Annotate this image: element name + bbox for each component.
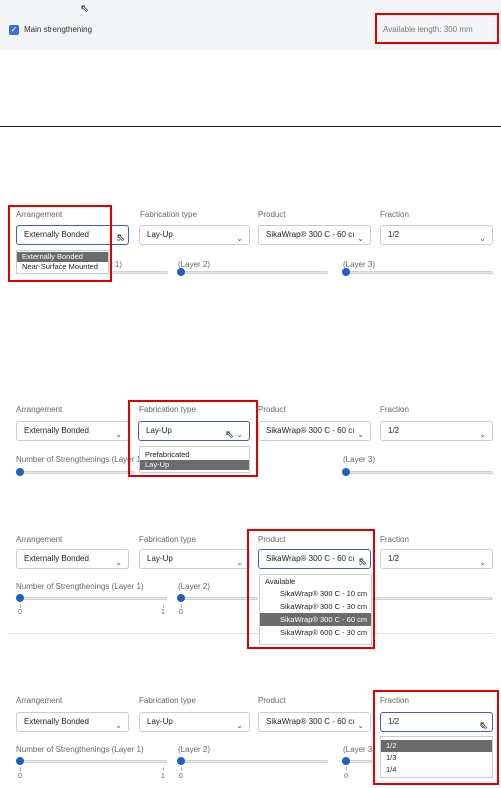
product-value: SikaWrap® 300 C - 60 cı xyxy=(266,717,355,726)
fraction-select[interactable]: 1/2 ⌄ xyxy=(380,549,493,569)
chevron-down-icon: ⌄ xyxy=(357,430,364,439)
slider-thumb[interactable] xyxy=(16,757,24,765)
product-label: Product xyxy=(258,696,286,705)
slider-track[interactable] xyxy=(17,760,167,763)
arrangement-select[interactable]: Externally Bonded ⌄ xyxy=(16,421,129,441)
slider-thumb[interactable] xyxy=(342,268,350,276)
layer3-label: (Layer 3) xyxy=(343,455,376,464)
slider-track[interactable] xyxy=(178,271,328,274)
main-strengthening-checkbox[interactable]: ✓ xyxy=(9,25,19,35)
chevron-down-icon: ⌄ xyxy=(236,721,243,730)
slider-track[interactable] xyxy=(178,760,328,763)
highlight-box xyxy=(375,13,499,44)
slider-min: 0 xyxy=(344,773,348,780)
fabrication-select[interactable]: Lay-Up ⌄ xyxy=(139,225,250,245)
slider-track[interactable] xyxy=(343,271,493,274)
layer3-label: (Layer 3) xyxy=(343,745,376,754)
slider-tick xyxy=(181,604,182,608)
chevron-down-icon: ⌄ xyxy=(236,558,243,567)
highlight-box xyxy=(128,400,258,477)
fraction-label: Fraction xyxy=(380,405,409,414)
arrangement-label: Arrangement xyxy=(16,535,63,544)
chevron-down-icon: ⌄ xyxy=(115,721,122,730)
fraction-label: Fraction xyxy=(380,535,409,544)
fabrication-value: Lay-Up xyxy=(147,717,173,726)
chevron-down-icon: ⌄ xyxy=(357,721,364,730)
slider-thumb[interactable] xyxy=(342,468,350,476)
chevron-down-icon: ⌄ xyxy=(236,234,243,243)
slider-thumb[interactable] xyxy=(342,757,350,765)
fraction-value: 1/2 xyxy=(388,554,400,563)
slider-tick xyxy=(181,767,182,771)
chevron-down-icon: ⌄ xyxy=(115,558,122,567)
slider-max: 1 xyxy=(161,609,165,616)
num-strengthenings-label: Number of Strengthenings (Layer 1) xyxy=(16,582,144,591)
slider-track[interactable] xyxy=(17,597,167,600)
layer2-label: (Layer 2) xyxy=(178,745,211,754)
arrangement-label: Arrangement xyxy=(16,696,63,705)
fraction-value: 1/2 xyxy=(388,426,400,435)
slider-track[interactable] xyxy=(178,597,258,600)
slider-min: 0 xyxy=(18,609,22,616)
product-select[interactable]: SikaWrap® 300 C - 60 cı ⌄ xyxy=(258,712,371,732)
highlight-box xyxy=(8,205,112,282)
product-select[interactable]: SikaWrap® 300 C - 60 cı ⌄ xyxy=(258,225,371,245)
arrangement-value: Externally Bonded xyxy=(24,554,89,563)
product-value: SikaWrap® 300 C - 60 cı xyxy=(266,230,355,239)
slider-track[interactable] xyxy=(112,271,168,274)
mouse-pointer-icon: ⇖ xyxy=(116,232,126,244)
fabrication-type-label: Fabrication type xyxy=(139,696,196,705)
slider-tick xyxy=(20,767,21,771)
slider-max: 1 xyxy=(161,773,165,780)
mouse-pointer-icon: ⇖ xyxy=(80,3,90,15)
layer2-label: (Layer 2) xyxy=(178,582,211,591)
slider-min: 0 xyxy=(18,773,22,780)
slider-thumb[interactable] xyxy=(177,757,185,765)
num-strengthenings-label: Number of Strengthenings (Layer 1) xyxy=(16,455,144,464)
fraction-select[interactable]: 1/2 ⌄ xyxy=(380,225,493,245)
highlight-box xyxy=(373,690,499,785)
fraction-label: Fraction xyxy=(380,210,409,219)
slider-min: 0 xyxy=(179,609,183,616)
fabrication-value: Lay-Up xyxy=(147,230,173,239)
num-strengthenings-label: Number of Strengthenings (Layer 1) xyxy=(16,745,144,754)
main-strengthening-label: Main strengthening xyxy=(24,25,93,34)
fabrication-select[interactable]: Lay-Up ⌄ xyxy=(139,712,250,732)
slider-tick xyxy=(20,604,21,608)
chevron-down-icon: ⌄ xyxy=(357,234,364,243)
fabrication-select[interactable]: Lay-Up ⌄ xyxy=(139,549,250,569)
slider-min: 0 xyxy=(179,773,183,780)
slider-track[interactable] xyxy=(343,471,493,474)
fabrication-type-label: Fabrication type xyxy=(140,210,197,219)
chevron-down-icon: ⌄ xyxy=(479,234,486,243)
fraction-select[interactable]: 1/2 ⌄ xyxy=(380,421,493,441)
product-label: Product xyxy=(258,405,286,414)
arrangement-select[interactable]: Externally Bonded ⌄ xyxy=(16,549,129,569)
arrangement-value: Externally Bonded xyxy=(24,426,89,435)
product-value: SikaWrap® 300 C - 60 cı xyxy=(266,426,355,435)
chevron-down-icon: ⌄ xyxy=(479,430,486,439)
slider-thumb[interactable] xyxy=(177,594,185,602)
slider-tick xyxy=(346,767,347,771)
arrangement-label: Arrangement xyxy=(16,405,63,414)
arrangement-value: Externally Bonded xyxy=(24,717,89,726)
chevron-down-icon: ⌄ xyxy=(479,558,486,567)
slider-tick xyxy=(163,767,164,771)
slider-thumb[interactable] xyxy=(177,268,185,276)
fraction-value: 1/2 xyxy=(388,230,400,239)
chevron-down-icon: ⌄ xyxy=(115,430,122,439)
slider-track[interactable] xyxy=(17,471,135,474)
highlight-box xyxy=(247,529,375,649)
fabrication-value: Lay-Up xyxy=(147,554,173,563)
slider-tick xyxy=(163,604,164,608)
product-label: Product xyxy=(258,210,286,219)
slider-thumb[interactable] xyxy=(16,594,24,602)
divider xyxy=(0,126,501,127)
fabrication-type-label: Fabrication type xyxy=(139,535,196,544)
arrangement-select[interactable]: Externally Bonded ⌄ xyxy=(16,712,129,732)
product-select[interactable]: SikaWrap® 300 C - 60 cı ⌄ xyxy=(258,421,371,441)
slider-thumb[interactable] xyxy=(16,468,24,476)
slider-track[interactable] xyxy=(372,597,493,600)
